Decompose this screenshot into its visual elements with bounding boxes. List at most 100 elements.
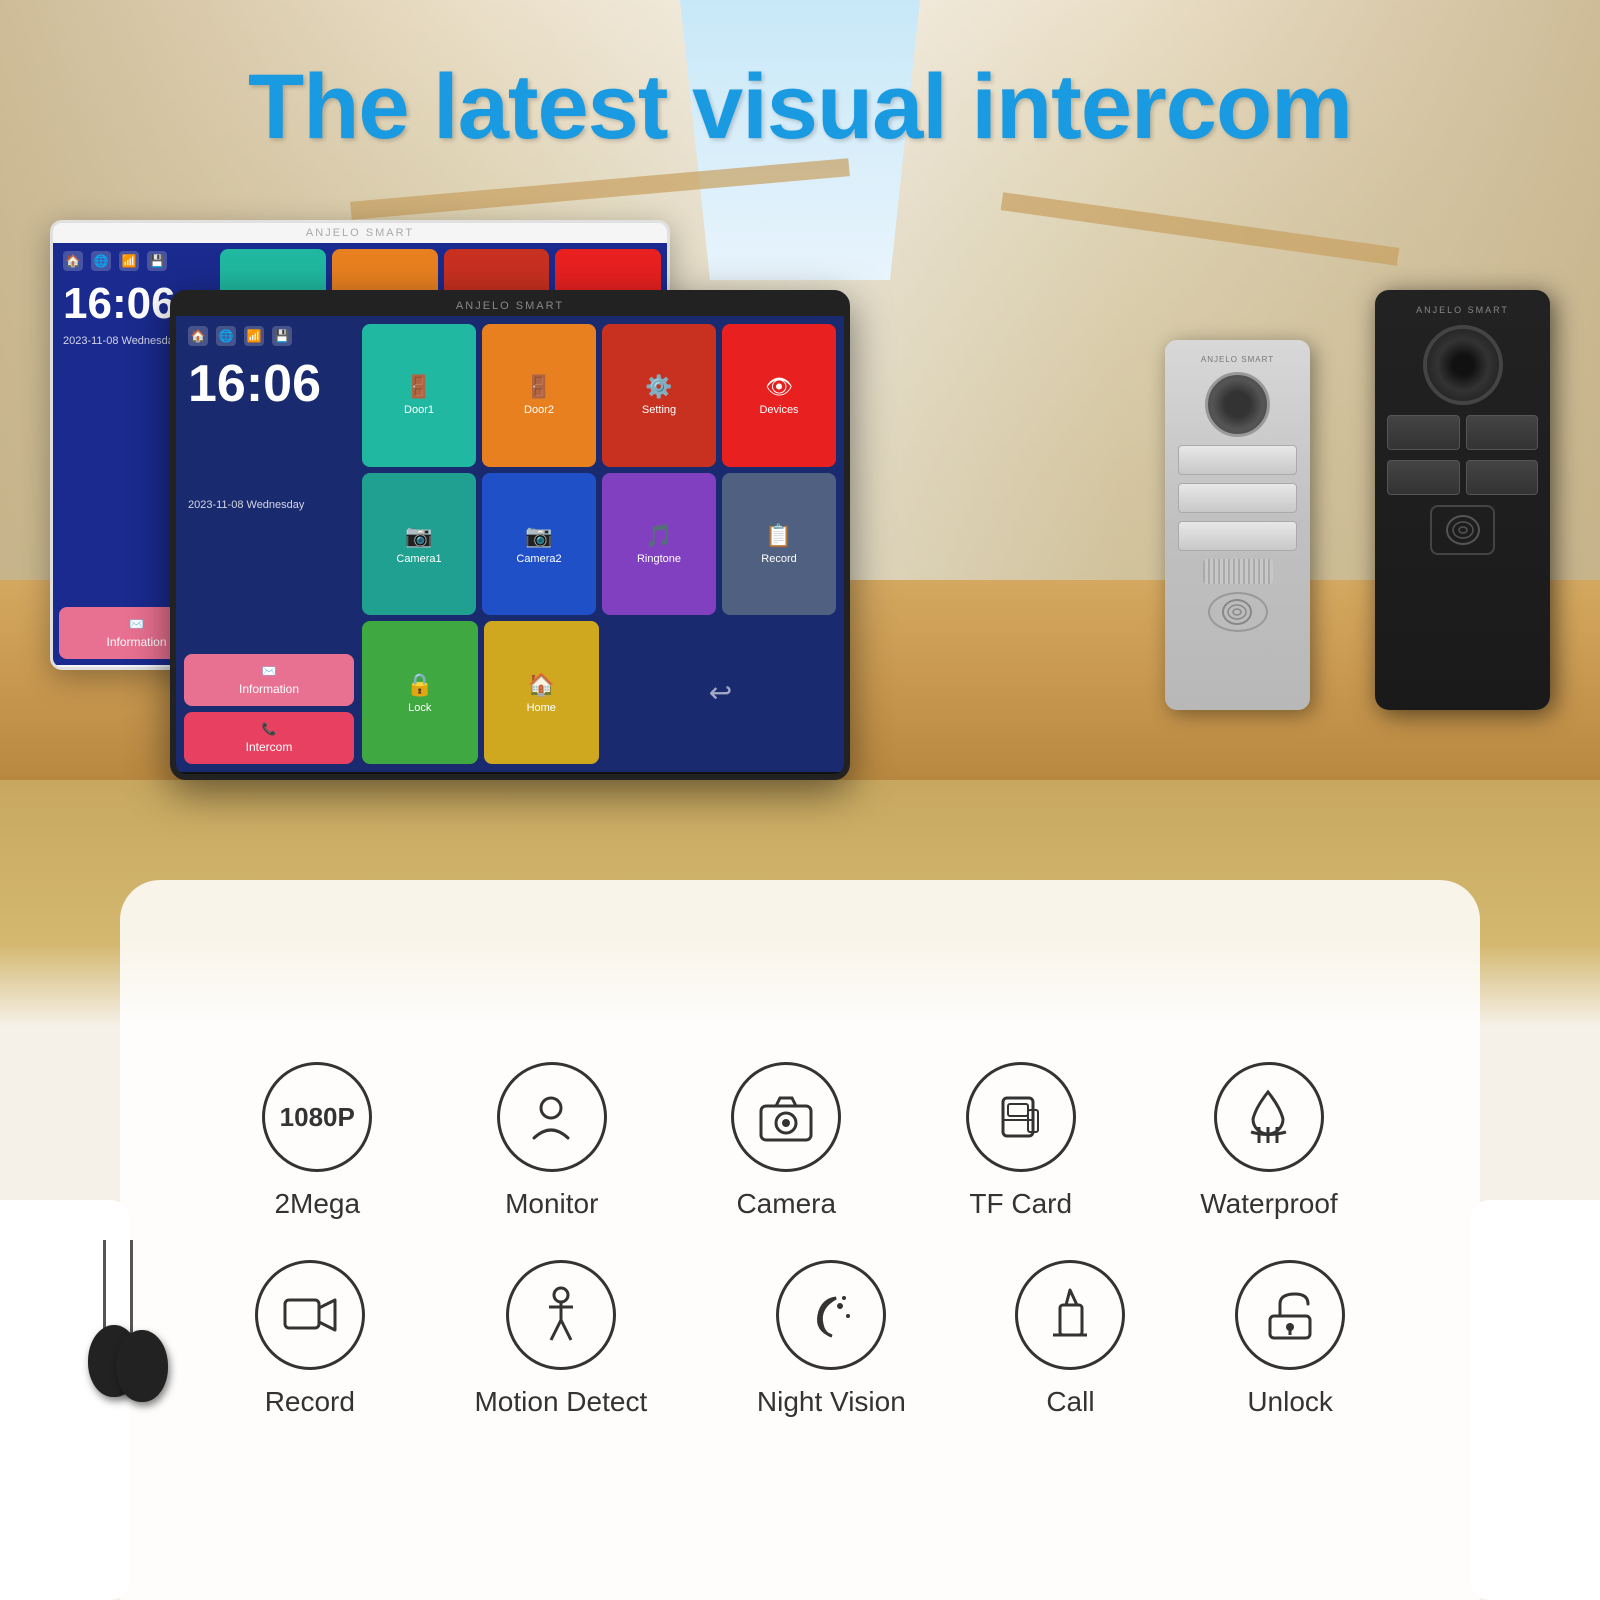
door1-label-black: Door1 [404,404,434,416]
feature-call: Call [1015,1260,1125,1418]
page-title: The latest visual intercom [0,55,1600,160]
doorbell-black-camera [1423,325,1503,405]
info-label-black: Information [239,682,299,696]
tfcard-icon [966,1062,1076,1172]
tile-camera2-black[interactable]: 📷 Camera2 [482,473,596,616]
feature-waterproof: Waterproof [1200,1062,1337,1220]
keyfob-group [88,1240,188,1400]
doorbell-black-rfid [1430,505,1495,555]
intercom-icon-black: 📞 [262,722,277,736]
waterproof-icon [1214,1062,1324,1172]
feature-2mega: 1080P 2Mega [262,1062,372,1220]
globe-icon-black: 🌐 [216,326,236,346]
status-bar-black: 🏠 🌐 📶 💾 [184,324,354,348]
call-icon [1015,1260,1125,1370]
doorbell-silver: ANJELO SMART [1165,340,1310,710]
fob-string-1 [103,1240,106,1330]
grid-row-2-black: 📷 Camera1 📷 Camera2 🎵 Ringtone 📋 Record [362,473,836,616]
wifi-icon-black: 📶 [244,326,264,346]
feature-monitor: Monitor [497,1062,607,1220]
home-label-black: Home [527,702,556,714]
doorbell-black-btn4[interactable] [1466,460,1539,495]
grid-row-1-black: 🚪 Door1 🚪 Door2 ⚙️ Setting 👁 Devices [362,324,836,467]
back-button-black[interactable]: ↩ [605,621,836,764]
tile-ringtone-black[interactable]: 🎵 Ringtone [602,473,716,616]
screen-black-right: 🚪 Door1 🚪 Door2 ⚙️ Setting 👁 Devices [362,324,836,764]
feature-nightvision: Night Vision [757,1260,906,1418]
setting-label-black: Setting [642,404,676,416]
camera-icon [731,1062,841,1172]
feature-unlock-label: Unlock [1247,1386,1333,1418]
features-row-2: Record Motion Detect [200,1260,1400,1418]
feature-2mega-label: 2Mega [274,1188,360,1220]
doorbell-silver-speaker [1203,559,1273,584]
grid-row-3-black: 🔒 Lock 🏠 Home ↩ [362,621,836,764]
doorbell-black-btn3[interactable] [1387,460,1460,495]
door2-icon-black: 🚪 [525,374,552,400]
feature-unlock: Unlock [1235,1260,1345,1418]
beam-2 [1001,192,1400,265]
features-card: 1080P 2Mega Monitor [120,880,1480,1600]
doorbell-silver-btn1[interactable] [1178,445,1297,475]
monitor-icon [497,1062,607,1172]
ringtone-icon-black: 🎵 [645,523,672,549]
devices-icon-black: 👁 [765,374,793,400]
monitor-white-logo: ANJELO SMART [53,223,667,243]
screen-black-inner: 🏠 🌐 📶 💾 16:06 2023-11-08 Wednesday ✉️ In… [176,316,844,772]
tile-camera1-black[interactable]: 📷 Camera1 [362,473,476,616]
fob-string-2 [130,1240,133,1335]
info-icon-black: ✉️ [262,664,277,678]
tile-home-black[interactable]: 🏠 Home [484,621,600,764]
record-label-black: Record [761,553,796,565]
side-panel-right [1470,1200,1600,1600]
back-arrow-icon: ↩ [709,676,732,709]
motiondetect-icon [506,1260,616,1370]
doorbell-silver-btn3[interactable] [1178,521,1297,551]
doorbell-silver-camera [1205,372,1270,437]
save-icon-black: 💾 [272,326,292,346]
feature-nightvision-label: Night Vision [757,1386,906,1418]
record-icon [255,1260,365,1370]
door2-label-black: Door2 [524,404,554,416]
clock-black: 16:06 [184,354,354,493]
lock-icon-black: 🔒 [406,672,433,698]
doorbell-silver-rfid [1208,592,1268,632]
doorbell-silver-btn2[interactable] [1178,483,1297,513]
tile-door2-black[interactable]: 🚪 Door2 [482,324,596,467]
door1-icon-black: 🚪 [405,374,432,400]
setting-icon-black: ⚙️ [645,374,672,400]
camera1-icon-black: 📷 [405,523,432,549]
tile-record-black[interactable]: 📋 Record [722,473,836,616]
features-section: 1080P 2Mega Monitor [0,780,1600,1600]
unlock-icon [1235,1260,1345,1370]
badge-1080p-icon: 1080P [262,1062,372,1172]
record-icon-black: 📋 [765,523,792,549]
doorbell-black-btn1[interactable] [1387,415,1460,450]
camera2-icon-black: 📷 [525,523,552,549]
intercom-tile-black[interactable]: 📞 Intercom [184,712,354,764]
tile-devices-black[interactable]: 👁 Devices [722,324,836,467]
tile-lock-black[interactable]: 🔒 Lock [362,621,478,764]
feature-camera: Camera [731,1062,841,1220]
doorbell-black: ANJELO SMART [1375,290,1550,710]
feature-motiondetect: Motion Detect [474,1260,647,1418]
doorbell-black-btn2[interactable] [1466,415,1539,450]
info-tile-black[interactable]: ✉️ Information [184,654,354,706]
globe-icon-white: 🌐 [91,251,111,271]
feature-camera-label: Camera [736,1188,836,1220]
monitor-black-logo: ANJELO SMART [176,296,844,316]
keyfob-2 [116,1330,168,1402]
tile-door1-black[interactable]: 🚪 Door1 [362,324,476,467]
feature-monitor-label: Monitor [505,1188,598,1220]
feature-record-label: Record [265,1386,355,1418]
devices-label-black: Devices [759,404,798,416]
features-row-1: 1080P 2Mega Monitor [200,1062,1400,1220]
nightvision-icon [776,1260,886,1370]
camera1-label-black: Camera1 [396,553,441,565]
feature-tfcard-label: TF Card [969,1188,1072,1220]
tile-setting-black[interactable]: ⚙️ Setting [602,324,716,467]
screen-black-left: 🏠 🌐 📶 💾 16:06 2023-11-08 Wednesday ✉️ In… [184,324,354,764]
doorbell-black-logo: ANJELO SMART [1416,305,1509,315]
doorbell-silver-logo: ANJELO SMART [1201,355,1274,364]
home-icon-white: 🏠 [63,251,83,271]
